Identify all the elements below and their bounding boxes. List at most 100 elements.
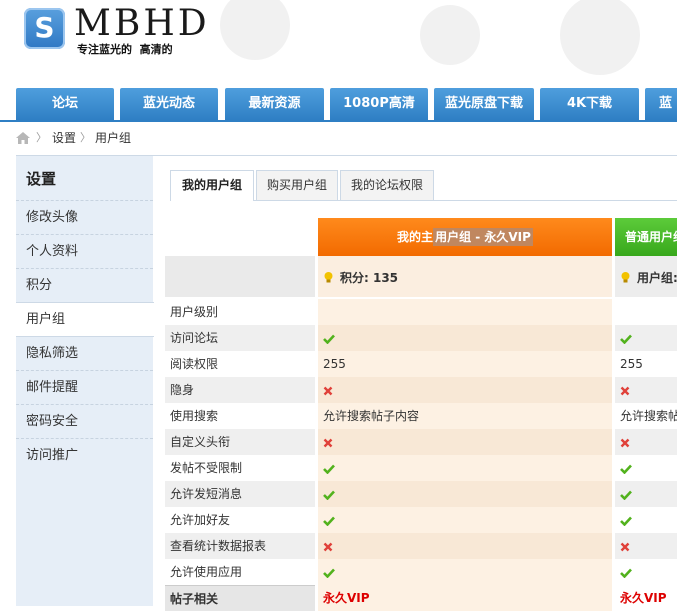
normal-group-sub: 用户组: xyxy=(615,256,677,297)
breadcrumb: 〉 设置 〉 用户组 xyxy=(0,122,677,154)
permission-label: 隐身 xyxy=(165,377,315,403)
check-icon xyxy=(323,334,335,344)
normal-permission-value xyxy=(615,559,677,585)
sidebar-item-credits[interactable]: 积分 xyxy=(16,268,153,302)
sidebar-item-promotion[interactable]: 访问推广 xyxy=(16,438,153,472)
cross-icon xyxy=(323,438,333,447)
normal-permission-value xyxy=(615,377,677,403)
normal-section-value[interactable]: 永久VIP xyxy=(615,585,677,611)
vip-permission-value xyxy=(318,325,612,351)
nav-item-bluray-download[interactable]: 蓝光原盘下载 xyxy=(434,88,534,120)
background-decoration xyxy=(420,5,480,65)
main-nav: 论坛 蓝光动态 最新资源 1080P高清 蓝光原盘下载 4K下载 蓝 xyxy=(0,88,677,122)
breadcrumb-usergroup: 用户组 xyxy=(95,131,132,145)
normal-group-header: 普通用户组 xyxy=(615,218,677,256)
background-decoration xyxy=(560,0,640,75)
cross-icon xyxy=(620,438,630,447)
site-logo-icon[interactable]: S xyxy=(24,8,65,49)
tab-bar: 我的用户组 购买用户组 我的论坛权限 xyxy=(170,170,677,201)
vip-permission-value xyxy=(318,559,612,585)
nav-item-latest[interactable]: 最新资源 xyxy=(225,88,324,120)
vip-permission-value xyxy=(318,481,612,507)
sidebar-item-privacy[interactable]: 隐私筛选 xyxy=(16,337,153,370)
vip-group-credits: 积分: 135 xyxy=(318,256,612,297)
sidebar-item-avatar[interactable]: 修改头像 xyxy=(16,200,153,234)
table-row: 隐身 xyxy=(165,377,677,403)
tab-forum-permissions[interactable]: 我的论坛权限 xyxy=(340,170,434,200)
permission-label: 自定义头衔 xyxy=(165,429,315,455)
breadcrumb-separator: 〉 xyxy=(80,131,91,144)
tab-buy-usergroup[interactable]: 购买用户组 xyxy=(256,170,338,200)
nav-item-1080p[interactable]: 1080P高清 xyxy=(330,88,428,120)
permission-label: 允许使用应用 xyxy=(170,565,243,579)
check-icon xyxy=(620,334,632,344)
normal-group-sub-label: 用户组: xyxy=(637,271,677,285)
check-icon xyxy=(323,464,335,474)
tab-my-usergroup[interactable]: 我的用户组 xyxy=(170,170,254,201)
table-row: 允许发短消息 xyxy=(165,481,677,507)
check-icon xyxy=(323,568,335,578)
nav-item-more[interactable]: 蓝 xyxy=(645,88,677,120)
main-content: 我的用户组 购买用户组 我的论坛权限 我的主用户组 - 永久VIP 普通用户组 … xyxy=(153,155,677,611)
background-decoration xyxy=(220,0,290,60)
cross-icon xyxy=(323,386,333,395)
permission-label: 用户级别 xyxy=(170,305,219,319)
cross-icon xyxy=(323,542,333,551)
lightbulb-icon xyxy=(621,272,630,283)
table-row: 使用搜索 允许搜索帖子内容 允许搜索帖 xyxy=(165,403,677,429)
permission-label: 允许发短消息 xyxy=(165,481,315,507)
table-row: 用户级别 xyxy=(165,299,677,325)
normal-permission-value xyxy=(615,299,677,325)
sidebar-title: 设置 xyxy=(26,170,57,188)
vip-permission-value: 允许搜索帖子内容 xyxy=(318,403,612,429)
site-name[interactable]: MBHD xyxy=(74,3,210,44)
cross-icon xyxy=(620,386,630,395)
nav-item-forum[interactable]: 论坛 xyxy=(16,88,114,120)
lightbulb-icon xyxy=(324,272,333,283)
normal-permission-value: 允许搜索帖 xyxy=(620,409,677,423)
permission-label: 查看统计数据报表 xyxy=(165,533,315,559)
normal-permission-value xyxy=(615,429,677,455)
table-row: 自定义头衔 xyxy=(165,429,677,455)
home-icon[interactable] xyxy=(16,132,30,144)
permission-label: 允许加好友 xyxy=(170,513,231,527)
normal-permission-value xyxy=(615,325,677,351)
sidebar-item-usergroup[interactable]: 用户组 xyxy=(16,302,154,337)
table-row: 发帖不受限制 xyxy=(165,455,677,481)
table-corner xyxy=(165,256,315,297)
table-row: 查看统计数据报表 xyxy=(165,533,677,559)
check-icon xyxy=(323,516,335,526)
nav-item-4k[interactable]: 4K下载 xyxy=(540,88,639,120)
vip-permission-value: 255 xyxy=(318,351,612,377)
table-row: 允许使用应用 xyxy=(165,559,677,585)
sidebar-item-email[interactable]: 邮件提醒 xyxy=(16,370,153,404)
vip-group-header: 我的主 用户组 - 永久VIP xyxy=(318,218,612,256)
permission-label: 使用搜索 xyxy=(170,409,219,423)
cross-icon xyxy=(620,542,630,551)
permission-label: 访问论坛 xyxy=(165,325,315,351)
settings-sidebar: 设置 修改头像 个人资料 积分 用户组 隐私筛选 邮件提醒 密码安全 访问推广 xyxy=(16,155,154,606)
vip-permission-value xyxy=(318,299,612,325)
vip-group-title: 我的主 xyxy=(397,230,434,244)
site-slogan: 专注蓝光的 高清的 xyxy=(77,43,173,56)
nav-item-bluray-news[interactable]: 蓝光动态 xyxy=(120,88,218,120)
check-icon xyxy=(323,490,335,500)
vip-permission-value xyxy=(318,507,612,533)
vip-permission-value xyxy=(318,377,612,403)
check-icon xyxy=(620,464,632,474)
sidebar-item-password[interactable]: 密码安全 xyxy=(16,404,153,438)
breadcrumb-separator: 〉 xyxy=(36,131,47,144)
sidebar-item-profile[interactable]: 个人资料 xyxy=(16,234,153,268)
vip-credits-label: 积分: 135 xyxy=(340,271,399,285)
permission-label: 发帖不受限制 xyxy=(170,461,243,475)
normal-permission-value: 255 xyxy=(620,357,643,371)
section-row: 帖子相关 永久VIP 永久VIP xyxy=(165,585,677,611)
vip-group-title-highlight: 用户组 - 永久VIP xyxy=(433,228,533,246)
table-row: 阅读权限 255 255 xyxy=(165,351,677,377)
vip-section-value[interactable]: 永久VIP xyxy=(318,585,612,611)
vip-permission-value xyxy=(318,455,612,481)
breadcrumb-settings[interactable]: 设置 xyxy=(52,122,76,154)
vip-permission-value xyxy=(318,533,612,559)
table-row: 允许加好友 xyxy=(165,507,677,533)
normal-permission-value xyxy=(615,455,677,481)
